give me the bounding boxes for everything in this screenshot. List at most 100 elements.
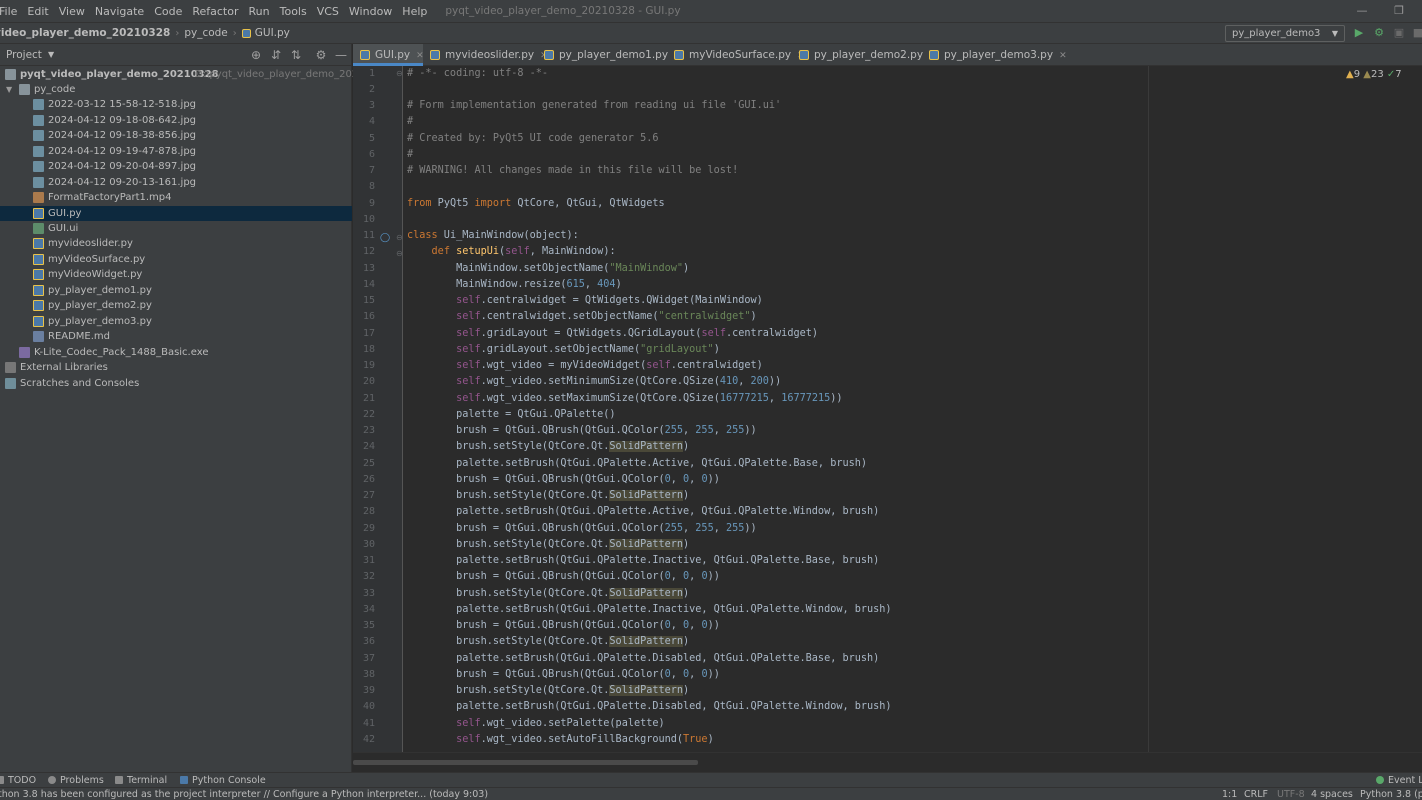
locate-file-icon[interactable]: ⊕ [248,47,264,63]
tree-item-file[interactable]: FormatFactoryPart1.mp4 [0,190,352,206]
tree-item-codec-pack[interactable]: K-Lite_Codec_Pack_1488_Basic.exe [0,345,352,361]
tab-py-player-demo2[interactable]: py_player_demo2.py✕ [792,44,937,66]
tree-item-file[interactable]: GUI.py [0,205,352,222]
project-view-selector[interactable]: Project [6,49,42,61]
menu-vcs[interactable]: VCS [313,5,343,18]
tab-py-player-demo1[interactable]: py_player_demo1.py✕ [537,44,682,66]
code-line[interactable]: self.gridLayout.setObjectName("gridLayou… [407,344,720,355]
menu-run[interactable]: Run [245,5,274,18]
tree-item-file[interactable]: 2022-03-12 15-58-12-518.jpg [0,97,352,113]
code-line[interactable]: brush = QtGui.QBrush(QtGui.QColor(255, 2… [407,523,757,534]
line-separator[interactable]: CRLF [1244,788,1268,800]
tree-item-file[interactable]: myvideoslider.py [0,236,352,252]
code-line[interactable]: brush.setStyle(QtCore.Qt.SolidPattern) [407,587,689,599]
code-line[interactable]: # WARNING! All changes made in this file… [407,165,738,176]
tree-item-external-libraries[interactable]: External Libraries [0,360,352,376]
tree-item-file[interactable]: README.md [0,329,352,345]
code-line[interactable]: class Ui_MainWindow(object): [407,230,579,241]
code-line[interactable]: brush = QtGui.QBrush(QtGui.QColor(0, 0, … [407,474,720,485]
code-line[interactable]: # Form implementation generated from rea… [407,100,781,111]
code-line[interactable]: # -*- coding: utf-8 -*- [407,68,548,79]
code-line[interactable]: self.wgt_video.setPalette(palette) [407,718,665,729]
tab-myvideoslider[interactable]: myvideoslider.py✕ [423,44,548,66]
code-line[interactable]: brush.setStyle(QtCore.Qt.SolidPattern) [407,685,689,696]
menu-edit[interactable]: Edit [23,5,52,18]
debug-icon[interactable]: ⚙ [1372,26,1386,40]
tree-item-py-code[interactable]: ▼ py_code [0,82,352,98]
tab-myvideosurface[interactable]: myVideoSurface.py✕ [667,44,805,66]
file-encoding[interactable]: UTF-8 [1277,788,1305,800]
inspection-widget[interactable]: ▲9 ▲23 ✓7 [1346,69,1402,80]
status-message[interactable]: thon 3.8 has been configured as the proj… [0,788,488,800]
restore-icon[interactable]: ❐ [1384,0,1414,22]
todo-tool-button[interactable]: TODO [0,773,36,788]
editor-horizontal-scrollbar[interactable] [353,752,1422,772]
code-editor[interactable]: # -*- coding: utf-8 -*- # Form implementa… [404,66,1422,752]
breadcrumb-project[interactable]: video_player_demo_20210328 [0,27,170,39]
menu-help[interactable]: Help [398,5,431,18]
code-line[interactable]: brush = QtGui.QBrush(QtGui.QColor(255, 2… [407,425,757,436]
run-icon[interactable]: ▶ [1352,26,1366,40]
tree-item-file[interactable]: myVideoWidget.py [0,267,352,283]
collapse-all-icon[interactable]: ⇅ [288,47,304,63]
code-line[interactable]: brush = QtGui.QBrush(QtGui.QColor(0, 0, … [407,620,720,631]
code-line[interactable]: palette.setBrush(QtGui.QPalette.Disabled… [407,701,891,712]
code-line[interactable]: def setupUi(self, MainWindow): [407,246,616,257]
tree-item-file[interactable]: py_player_demo1.py [0,283,352,299]
tree-item-project-root[interactable]: pyqt_video_player_demo_20210328 D:\pyqt_v… [0,67,384,83]
hide-panel-icon[interactable]: — [333,47,349,63]
code-line[interactable]: palette = QtGui.QPalette() [407,409,615,420]
code-line[interactable]: # Created by: PyQt5 UI code generator 5.… [407,133,658,144]
fold-marker-icon[interactable]: ⊖ [396,249,403,258]
scrollbar-thumb[interactable] [353,760,698,765]
terminal-tool-button[interactable]: Terminal [115,773,167,788]
menu-navigate[interactable]: Navigate [91,5,148,18]
tree-item-file[interactable]: 2024-04-12 09-19-47-878.jpg [0,144,352,160]
problems-tool-button[interactable]: Problems [48,773,104,788]
code-line[interactable]: brush.setStyle(QtCore.Qt.SolidPattern) [407,538,689,550]
code-line[interactable]: self.wgt_video.setAutoFillBackground(Tru… [407,734,714,745]
code-line[interactable]: brush.setStyle(QtCore.Qt.SolidPattern) [407,441,689,453]
menu-window[interactable]: Window [345,5,396,18]
code-line[interactable]: palette.setBrush(QtGui.QPalette.Active, … [407,506,879,517]
tree-item-file[interactable]: 2024-04-12 09-18-08-642.jpg [0,113,352,129]
code-line[interactable]: palette.setBrush(QtGui.QPalette.Active, … [407,458,867,469]
gear-icon[interactable]: ⚙ [313,47,329,63]
code-line[interactable]: # [407,116,413,127]
expand-all-icon[interactable]: ⇵ [268,47,284,63]
event-log-tool-button[interactable]: Event Lo [1376,773,1422,788]
menu-file[interactable]: File [0,5,21,18]
code-line[interactable]: self.wgt_video.setMaximumSize(QtCore.QSi… [407,393,842,404]
tab-py-player-demo3[interactable]: py_player_demo3.py ✕ [922,44,1067,66]
code-line[interactable]: brush.setStyle(QtCore.Qt.SolidPattern) [407,490,689,501]
tree-item-file[interactable]: py_player_demo2.py [0,298,352,314]
code-line[interactable]: from PyQt5 import QtCore, QtGui, QtWidge… [407,198,665,209]
tree-item-file[interactable]: py_player_demo3.py [0,314,352,330]
code-line[interactable]: self.centralwidget.setObjectName("centra… [407,311,757,322]
code-line[interactable]: brush = QtGui.QBrush(QtGui.QColor(0, 0, … [407,669,720,680]
close-icon[interactable]: ✕ [1059,51,1067,61]
code-line[interactable]: palette.setBrush(QtGui.QPalette.Disabled… [407,653,879,664]
breadcrumb-file[interactable]: GUI.py [255,27,290,39]
code-line[interactable]: self.wgt_video.setMinimumSize(QtCore.QSi… [407,376,781,387]
code-line[interactable]: palette.setBrush(QtGui.QPalette.Inactive… [407,604,891,615]
tree-item-scratches[interactable]: Scratches and Consoles [0,376,352,392]
breadcrumb-folder[interactable]: py_code [184,27,227,39]
menu-refactor[interactable]: Refactor [188,5,242,18]
code-line[interactable]: brush = QtGui.QBrush(QtGui.QColor(0, 0, … [407,571,720,582]
tree-item-file[interactable]: 2024-04-12 09-20-13-161.jpg [0,175,352,191]
code-line[interactable]: MainWindow.resize(615, 404) [407,279,622,290]
tree-item-file[interactable]: GUI.ui [0,221,352,237]
code-line[interactable]: self.gridLayout = QtWidgets.QGridLayout(… [407,328,818,339]
code-line[interactable]: palette.setBrush(QtGui.QPalette.Inactive… [407,555,879,566]
tree-item-file[interactable]: 2024-04-12 09-20-04-897.jpg [0,159,352,175]
fold-marker-icon[interactable]: ⊖ [396,233,403,242]
code-line[interactable]: self.wgt_video = myVideoWidget(self.cent… [407,360,763,371]
code-line[interactable]: brush.setStyle(QtCore.Qt.SolidPattern) [407,636,689,648]
tree-item-file[interactable]: myVideoSurface.py [0,252,352,268]
stop-icon[interactable]: ■ [1411,26,1422,40]
chevron-down-icon[interactable]: ▼ [6,82,12,98]
implementation-marker-icon[interactable]: ◯ [380,233,390,243]
caret-position[interactable]: 1:1 [1222,788,1237,800]
tab-gui-py[interactable]: GUI.py ✕ [353,44,424,66]
